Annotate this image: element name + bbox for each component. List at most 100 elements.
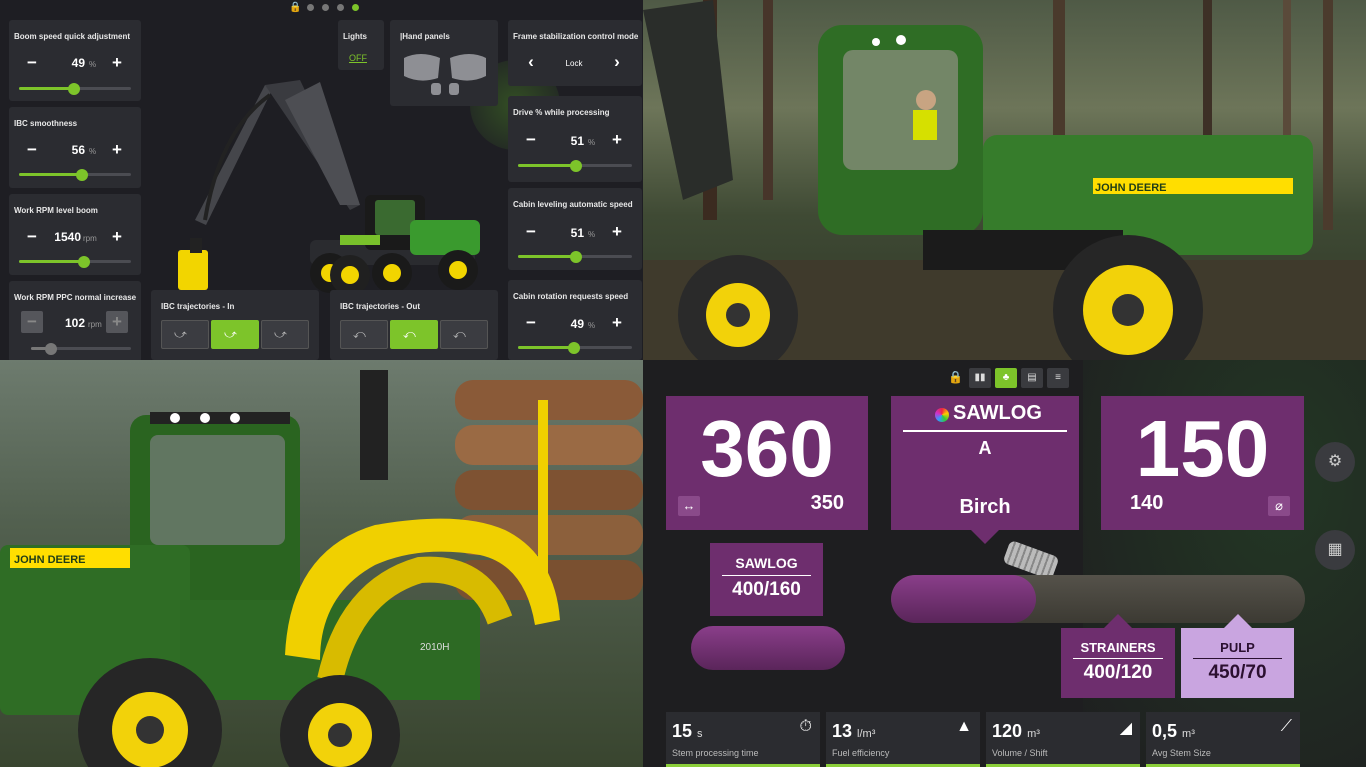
- cabin-leveling-slider[interactable]: [518, 250, 632, 263]
- assortment-grade: A: [978, 438, 992, 458]
- hand-panels-panel: |Hand panels: [390, 20, 498, 106]
- page-dot-1[interactable]: [307, 4, 314, 11]
- length-icon: ↔: [678, 496, 700, 516]
- stat-value: 0,5: [1152, 721, 1178, 741]
- stat-label: Avg Stem Size: [1152, 748, 1211, 758]
- cabin-rotation-slider[interactable]: [518, 341, 632, 354]
- work-rpm-ppc-minus-button[interactable]: −: [21, 311, 43, 333]
- ibc-out-option-3[interactable]: ⤺: [440, 320, 488, 349]
- stat-volume-shift: 120 m³ Volume / Shift ◢: [986, 712, 1140, 767]
- harvester-brand-text: JOHN DEERE: [1095, 182, 1167, 194]
- grid-icon: ▦: [1327, 541, 1343, 558]
- map-icon[interactable]: ▤: [1021, 368, 1043, 388]
- length-target: 350: [810, 492, 844, 514]
- cabin-rotation-minus-button[interactable]: −: [520, 312, 542, 334]
- divider: [722, 575, 811, 576]
- divider: [1073, 658, 1163, 659]
- stat-fuel-efficiency: 13 l/m³ Fuel efficiency ▲: [826, 712, 980, 767]
- sliders-icon[interactable]: ≡: [1047, 368, 1069, 388]
- log-progress-fill: [891, 575, 1036, 623]
- drive-processing-minus-button[interactable]: −: [520, 129, 542, 151]
- strainers-box[interactable]: STRAINERS 400/120: [1061, 614, 1175, 698]
- pulp-label: PULP: [1220, 640, 1255, 655]
- work-rpm-ppc-slider[interactable]: [31, 342, 131, 355]
- harvester-illustration: JOHN DEERE: [643, 0, 1366, 360]
- prev-log-dims: 400/160: [732, 579, 801, 600]
- ibc-out-panel: IBC trajectories - Out ⤺ ⤺ ⤺: [330, 290, 498, 360]
- operator-icon: ⚙: [1327, 453, 1343, 470]
- work-rpm-boom-value: 1540: [54, 230, 81, 244]
- cabin-rotation-plus-button[interactable]: +: [606, 312, 628, 334]
- stat-value: 120: [992, 721, 1023, 741]
- diameter-box: 150 140 ⌀: [1101, 396, 1304, 530]
- cabin-rotation-title: Cabin rotation requests speed: [513, 292, 629, 301]
- work-rpm-ppc-plus-button[interactable]: +: [106, 311, 128, 333]
- boom-speed-slider[interactable]: [19, 82, 131, 95]
- assortment-species: Birch: [959, 496, 1011, 518]
- work-rpm-boom-unit: rpm: [83, 234, 97, 243]
- frame-stabilization-next-button[interactable]: ›: [606, 51, 628, 73]
- lights-panel: Lights OFF: [338, 20, 384, 70]
- work-rpm-boom-plus-button[interactable]: +: [106, 226, 128, 248]
- frame-stabilization-value: Lock: [565, 59, 583, 68]
- stat-value: 15: [672, 721, 693, 741]
- ibc-in-option-1[interactable]: ⤻: [161, 320, 209, 349]
- drive-processing-slider[interactable]: [518, 159, 632, 172]
- length-box: 360 350 ↔: [666, 396, 868, 530]
- divider: [1193, 658, 1282, 659]
- page-dot-4[interactable]: [352, 4, 359, 11]
- pulp-dims: 450/70: [1208, 662, 1267, 683]
- ibc-in-panel: IBC trajectories - In ⤻ ⤻ ⤻: [151, 290, 319, 360]
- trajectory-icon: ⤻: [174, 327, 187, 341]
- forwarder-model-text: 2010H: [420, 642, 449, 653]
- drive-processing-unit: %: [588, 138, 596, 147]
- tree-icon[interactable]: ♣: [995, 368, 1017, 388]
- boom-speed-minus-button[interactable]: −: [21, 52, 43, 74]
- drive-processing-plus-button[interactable]: +: [606, 129, 628, 151]
- boom-speed-plus-button[interactable]: +: [106, 52, 128, 74]
- lock-icon: 🔒: [289, 2, 302, 13]
- ibc-smoothness-unit: %: [89, 147, 97, 156]
- forwarder-brand-text: JOHN DEERE: [14, 554, 86, 566]
- stat-label: Volume / Shift: [992, 748, 1048, 758]
- stem-icon: ⟋: [1280, 718, 1292, 735]
- ibc-smoothness-plus-button[interactable]: +: [106, 139, 128, 161]
- ibc-in-option-2[interactable]: ⤻: [211, 320, 259, 349]
- ibc-in-title: IBC trajectories - In: [161, 302, 235, 311]
- stat-label: Fuel efficiency: [832, 748, 890, 758]
- side-button-1[interactable]: ⚙: [1315, 442, 1355, 482]
- ibc-smoothness-minus-button[interactable]: −: [21, 139, 43, 161]
- strainers-label: STRAINERS: [1080, 640, 1156, 655]
- measurement-screen: 🔒 ▮▮ ♣ ▤ ≡ 360 350 ↔ SAWLOG A Birch 150 …: [643, 360, 1366, 767]
- fuel-icon: ▲: [956, 718, 972, 735]
- drive-processing-panel: Drive % while processing − 51 % +: [508, 96, 642, 182]
- bar-chart-icon[interactable]: ▮▮: [969, 368, 991, 388]
- ibc-out-option-2[interactable]: ⤺: [390, 320, 438, 349]
- prev-log-label: SAWLOG: [735, 555, 798, 571]
- stat-unit: m³: [1027, 728, 1040, 740]
- ibc-smoothness-slider[interactable]: [19, 168, 131, 181]
- diameter-target: 140: [1130, 492, 1164, 514]
- cabin-leveling-minus-button[interactable]: −: [520, 221, 542, 243]
- page-dot-3[interactable]: [337, 4, 344, 11]
- side-button-2[interactable]: ▦: [1315, 530, 1355, 570]
- work-rpm-ppc-panel: Work RPM PPC normal increase − 102 rpm +: [9, 281, 141, 360]
- drive-processing-value: 51: [570, 134, 584, 148]
- work-rpm-boom-slider[interactable]: [19, 255, 131, 268]
- drive-processing-title: Drive % while processing: [513, 108, 610, 117]
- lock-icon[interactable]: 🔒: [948, 370, 963, 384]
- frame-stabilization-prev-button[interactable]: ‹: [520, 51, 542, 73]
- boom-speed-title: Boom speed quick adjustment: [14, 32, 131, 41]
- ibc-in-option-3[interactable]: ⤻: [261, 320, 309, 349]
- harvester-photo: JOHN DEERE: [643, 0, 1366, 360]
- hand-panels-icon[interactable]: [400, 50, 490, 98]
- cabin-leveling-plus-button[interactable]: +: [606, 221, 628, 243]
- page-dot-2[interactable]: [322, 4, 329, 11]
- trajectory-icon: ⤻: [224, 327, 237, 341]
- diameter-value: 150: [1135, 404, 1270, 493]
- ibc-out-option-1[interactable]: ⤺: [340, 320, 388, 349]
- work-rpm-boom-minus-button[interactable]: −: [21, 226, 43, 248]
- lights-toggle[interactable]: OFF: [349, 53, 367, 63]
- assortment-icon: [935, 408, 949, 422]
- pulp-box[interactable]: PULP 450/70: [1181, 614, 1294, 698]
